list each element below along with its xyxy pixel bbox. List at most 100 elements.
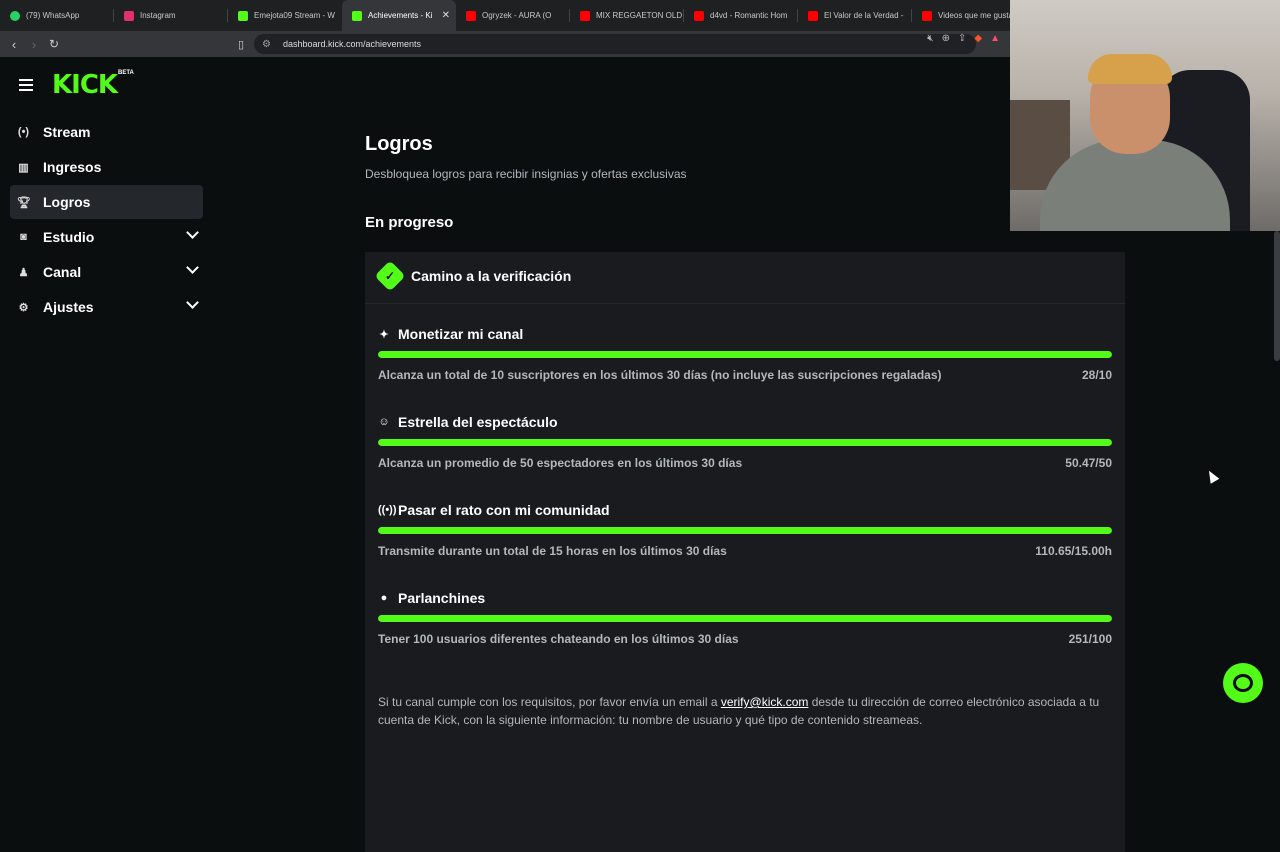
achievement-title: Pasar el rato con mi comunidad xyxy=(398,502,610,518)
achievement-value: 50.47/50 xyxy=(1065,456,1112,470)
section-title: En progreso xyxy=(365,214,454,231)
chart-icon: ▥ xyxy=(18,161,29,174)
beta-badge: BETA xyxy=(118,70,134,76)
gear-icon: ⚙ xyxy=(18,301,29,314)
achievement-title: Parlanchines xyxy=(398,590,486,606)
brave-shield-icon[interactable]: ◆ xyxy=(974,33,982,44)
channel-icon: ♟ xyxy=(18,266,29,279)
sidebar-item-label: Logros xyxy=(43,194,91,210)
tab-label: Instagram xyxy=(140,11,176,20)
tab-youtube-3[interactable]: d4vd - Romantic Hom xyxy=(684,0,798,31)
site-info-icon[interactable]: ⚙ xyxy=(262,39,271,50)
back-icon[interactable]: ‹ xyxy=(4,34,24,54)
sidebar-item-ajustes[interactable]: ⚙ Ajustes xyxy=(10,290,203,324)
youtube-icon xyxy=(580,10,590,21)
achievement-card: ✓ Camino a la verificación ✦ Monetizar m… xyxy=(365,252,1125,852)
streamer-hair xyxy=(1088,54,1172,84)
reload-icon[interactable]: ↻ xyxy=(44,34,64,54)
user-star-icon: ☺ xyxy=(378,416,390,428)
tab-kick-stream[interactable]: Emejota09 Stream - W xyxy=(228,0,342,31)
sidebar-item-label: Ingresos xyxy=(43,159,102,175)
scrollbar[interactable] xyxy=(1274,231,1280,361)
chevron-down-icon[interactable] xyxy=(186,226,199,239)
achievement-title: Estrella del espectáculo xyxy=(398,414,558,430)
sidebar-item-ingresos[interactable]: ▥ Ingresos xyxy=(10,150,203,184)
close-icon[interactable]: ✕ xyxy=(442,10,450,21)
achievement-header: ☺ Estrella del espectáculo xyxy=(378,414,558,430)
youtube-icon xyxy=(694,10,704,21)
achievement-description: Transmite durante un total de 15 horas e… xyxy=(378,544,727,558)
page-subtitle: Desbloquea logros para recibir insignias… xyxy=(365,167,687,181)
app-header: KICK BETA xyxy=(0,57,1010,115)
sidebar-item-estudio[interactable]: ◙ Estudio xyxy=(10,220,203,254)
progress-bar xyxy=(378,615,1112,622)
sidebar-item-label: Canal xyxy=(43,264,82,280)
footnote-text: Si tu canal cumple con los requisitos, p… xyxy=(378,695,721,709)
menu-icon[interactable] xyxy=(19,79,33,91)
sidebar-item-label: Ajustes xyxy=(43,299,94,315)
tab-label: Ogryzek - AURA (O xyxy=(482,11,552,20)
zoom-icon[interactable]: ⊕ xyxy=(942,33,950,44)
sidebar-item-stream[interactable]: (•) Stream xyxy=(10,115,203,149)
achievement-value: 28/10 xyxy=(1081,368,1112,382)
tab-label: Videos que me gusta xyxy=(938,11,1014,20)
tab-youtube-4[interactable]: El Valor de la Verdad - xyxy=(798,0,912,31)
rewards-icon[interactable]: ▲ xyxy=(990,33,1000,44)
progress-fill xyxy=(378,615,1112,622)
tab-label: Achievements - Ki xyxy=(368,11,433,20)
kick-icon xyxy=(238,10,248,21)
achievement-header: ((•)) Pasar el rato con mi comunidad xyxy=(378,502,610,518)
address-actions: 🔇︎ ⊕ ⇪ ◆ ▲ xyxy=(927,33,1000,44)
chevron-down-icon[interactable] xyxy=(186,296,199,309)
progress-bar xyxy=(378,351,1112,358)
tab-label: d4vd - Romantic Hom xyxy=(710,11,788,20)
page-margin xyxy=(1125,231,1280,720)
youtube-icon xyxy=(808,10,818,21)
youtube-icon xyxy=(466,10,476,21)
sparkle-icon: ✦ xyxy=(379,328,389,341)
headset-icon xyxy=(1233,674,1253,692)
divider xyxy=(365,303,1125,304)
tab-youtube-5[interactable]: Videos que me gusta xyxy=(912,0,1026,31)
tab-label: Emejota09 Stream - W xyxy=(254,11,335,20)
chevron-down-icon[interactable] xyxy=(186,261,199,274)
url-field[interactable]: ⚙ dashboard.kick.com/achievements xyxy=(254,34,976,54)
share-icon[interactable]: ⇪ xyxy=(958,33,966,44)
achievement-header: ✦ Monetizar mi canal xyxy=(378,326,523,342)
achievement-title: Monetizar mi canal xyxy=(398,326,524,342)
tab-whatsapp[interactable]: (79) WhatsApp xyxy=(0,0,114,31)
kick-logo[interactable]: KICK xyxy=(52,71,118,99)
tab-youtube-2[interactable]: MIX REGGAETON OLD xyxy=(570,0,684,31)
studio-icon: ◙ xyxy=(20,231,27,243)
progress-fill xyxy=(378,527,1112,534)
youtube-icon xyxy=(922,10,932,21)
achievement-value: 251/100 xyxy=(1068,632,1112,646)
address-bar: ‹ › ↻ ▯ ⚙ dashboard.kick.com/achievement… xyxy=(0,31,1010,57)
verification-footnote: Si tu canal cumple con los requisitos, p… xyxy=(378,693,1112,729)
verified-badge-icon: ✓ xyxy=(374,260,406,292)
sidebar: (•) Stream ▥ Ingresos 🏆︎ Logros ◙ Estudi… xyxy=(0,115,215,325)
tab-label: (79) WhatsApp xyxy=(26,11,80,20)
mute-icon[interactable]: 🔇︎ xyxy=(927,33,933,44)
whatsapp-icon xyxy=(10,10,20,21)
tab-youtube-1[interactable]: Ogryzek - AURA (O xyxy=(456,0,570,31)
progress-bar xyxy=(378,439,1112,446)
sidebar-item-canal[interactable]: ♟ Canal xyxy=(10,255,203,289)
broadcast-icon: ((•)) xyxy=(378,504,397,516)
kick-icon xyxy=(352,10,362,21)
tab-achievements[interactable]: Achievements - Ki ✕ xyxy=(342,0,456,31)
achievement-description: Alcanza un promedio de 50 espectadores e… xyxy=(378,456,743,470)
bookmark-icon[interactable]: ▯ xyxy=(231,34,251,54)
support-button[interactable] xyxy=(1223,663,1263,703)
verify-email-link[interactable]: verify@kick.com xyxy=(721,695,809,709)
tab-label: El Valor de la Verdad - xyxy=(824,11,904,20)
sidebar-item-label: Estudio xyxy=(43,229,95,245)
achievement-description: Alcanza un total de 10 suscriptores en l… xyxy=(378,368,942,382)
trophy-icon: 🏆︎ xyxy=(17,196,31,209)
progress-fill xyxy=(378,351,1112,358)
sidebar-item-logros[interactable]: 🏆︎ Logros xyxy=(10,185,203,219)
achievement-description: Tener 100 usuarios diferentes chateando … xyxy=(378,632,739,646)
instagram-icon xyxy=(124,10,134,21)
forward-icon[interactable]: › xyxy=(24,34,44,54)
tab-instagram[interactable]: Instagram xyxy=(114,0,228,31)
